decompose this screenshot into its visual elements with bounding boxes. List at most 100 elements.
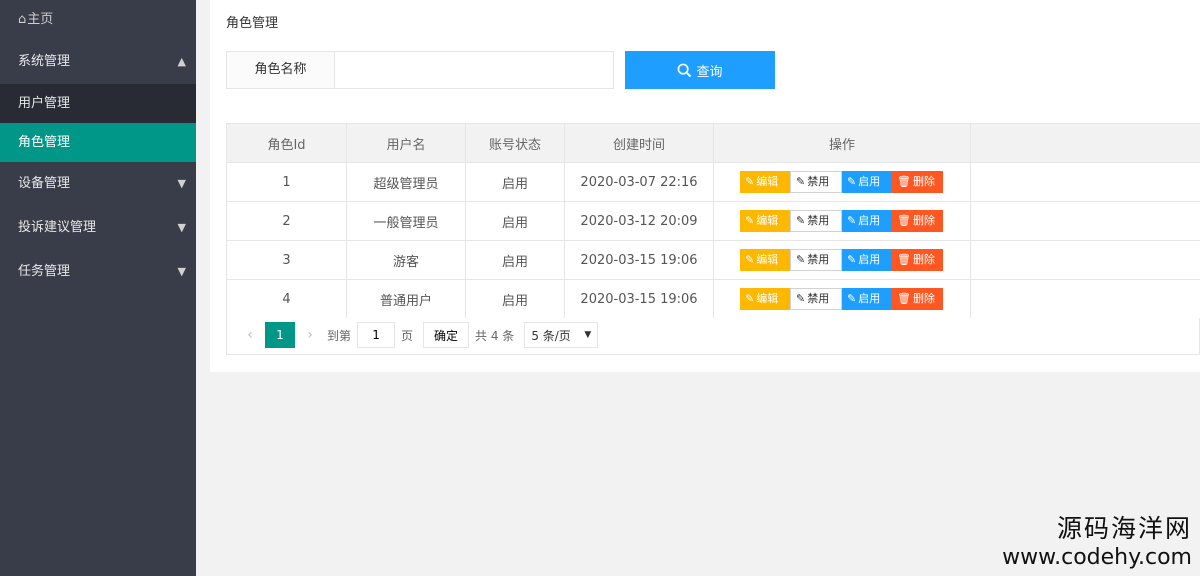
pencil-icon: ✎ [847, 253, 857, 266]
enable-button[interactable]: ✎ 启用 [842, 249, 892, 271]
nav-group-label: 投诉建议管理 [18, 220, 97, 235]
search-icon [678, 63, 692, 77]
watermark: 源码海洋网 www.codehy.com [1002, 514, 1192, 572]
enable-button[interactable]: ✎ 启用 [842, 210, 892, 232]
pencil-icon: ✎ [745, 253, 755, 266]
trash-icon: 🗑 [897, 175, 911, 188]
enable-button[interactable]: ✎ 启用 [842, 288, 892, 310]
sidebar-item-role-management[interactable]: 角色管理 [0, 123, 196, 162]
disable-button[interactable]: ✎ 禁用 [790, 288, 842, 310]
nav-group-task[interactable]: 任务管理 ▼ [0, 250, 196, 294]
goto-page-input[interactable] [357, 322, 396, 348]
cell-status: 启用 [465, 201, 565, 241]
cell-status: 启用 [465, 162, 565, 202]
confirm-button[interactable]: 确定 [423, 322, 470, 348]
table-filler [970, 240, 1200, 280]
cell-id: 3 [226, 240, 347, 280]
pencil-icon: ✎ [796, 175, 806, 188]
chevron-down-icon: ▼ [177, 177, 186, 190]
trash-icon: 🗑 [897, 292, 911, 305]
disable-label: 禁用 [807, 253, 830, 266]
delete-label: 删除 [912, 253, 935, 266]
cell-name: 超级管理员 [346, 162, 466, 202]
chevron-up-icon: ▲ [177, 55, 186, 68]
delete-button[interactable]: 🗑 删除 [892, 288, 943, 310]
table-row: 3 游客 启用 2020-03-15 19:06 ✎ 编辑 ✎ 禁用 ✎ 启用 🗑 删除 [226, 240, 1200, 280]
delete-button[interactable]: 🗑 删除 [892, 210, 943, 232]
edit-label: 编辑 [756, 214, 779, 227]
cell-created: 2020-03-12 20:09 [564, 201, 714, 241]
edit-label: 编辑 [756, 175, 779, 188]
page-size-value: 5 条/页 [531, 328, 571, 343]
current-page[interactable]: 1 [265, 322, 295, 348]
pencil-icon: ✎ [796, 214, 806, 227]
chevron-down-icon: ▼ [177, 265, 186, 278]
edit-button[interactable]: ✎ 编辑 [740, 249, 790, 271]
page-title: 角色管理 [226, 16, 279, 31]
disable-button[interactable]: ✎ 禁用 [790, 210, 842, 232]
column-header[interactable]: 角色Id [226, 123, 347, 163]
cell-id: 1 [226, 162, 347, 202]
enable-label: 启用 [858, 253, 881, 266]
nav-home-label: 主页 [27, 12, 54, 27]
query-button[interactable]: 查询 [625, 51, 775, 89]
delete-button[interactable]: 🗑 删除 [892, 249, 943, 271]
table-row: 2 一般管理员 启用 2020-03-12 20:09 ✎ 编辑 ✎ 禁用 ✎ 启用 … [226, 201, 1200, 241]
pagination-bar: ‹ 1 › 到第 页 确定 共 4 条 5 条/页 ▼ [226, 318, 1200, 355]
cell-name: 一般管理员 [346, 201, 466, 241]
cell-actions: ✎ 编辑 ✎ 禁用 ✎ 启用 🗑 删除 [713, 162, 971, 202]
sidebar-item-user-management[interactable]: 用户管理 [0, 84, 196, 123]
prev-page-icon[interactable]: ‹ [239, 327, 261, 343]
next-page-icon[interactable]: › [299, 327, 321, 343]
edit-button[interactable]: ✎ 编辑 [740, 288, 790, 310]
edit-label: 编辑 [756, 292, 779, 305]
dropdown-arrow-icon: ▼ [584, 330, 592, 340]
cell-created: 2020-03-15 19:06 [564, 240, 714, 280]
cell-actions: ✎ 编辑 ✎ 禁用 ✎ 启用 🗑 删除 [713, 279, 971, 319]
edit-button[interactable]: ✎ 编辑 [740, 171, 790, 193]
nav-group-device[interactable]: 设备管理 ▼ [0, 162, 196, 206]
table-filler [970, 162, 1200, 202]
role-table: 角色Id 用户名 账号状态 创建时间 操作 1 超级管理员 启用 2020-03… [226, 123, 1200, 319]
column-header: 操作 [713, 123, 971, 163]
enable-label: 启用 [858, 292, 881, 305]
role-name-input[interactable] [335, 52, 613, 88]
page-size-select[interactable]: 5 条/页 ▼ [524, 322, 599, 348]
nav-group-system[interactable]: 系统管理 ▲ [0, 40, 196, 84]
cell-status: 启用 [465, 279, 565, 319]
delete-button[interactable]: 🗑 删除 [892, 171, 943, 193]
table-row: 4 普通用户 启用 2020-03-15 19:06 ✎ 编辑 ✎ 禁用 ✎ 启用 🗑… [226, 279, 1200, 319]
enable-button[interactable]: ✎ 启用 [842, 171, 892, 193]
table-row: 1 超级管理员 启用 2020-03-07 22:16 ✎ 编辑 ✎ 禁用 ✎ 启用 … [226, 162, 1200, 202]
edit-label: 编辑 [756, 253, 779, 266]
cell-name: 游客 [346, 240, 466, 280]
chevron-down-icon: ▼ [177, 221, 186, 234]
enable-label: 启用 [858, 214, 881, 227]
column-header[interactable]: 账号状态 [465, 123, 565, 163]
disable-button[interactable]: ✎ 禁用 [790, 171, 842, 193]
cell-id: 2 [226, 201, 347, 241]
edit-button[interactable]: ✎ 编辑 [740, 210, 790, 232]
disable-button[interactable]: ✎ 禁用 [790, 249, 842, 271]
pencil-icon: ✎ [847, 214, 857, 227]
sidebar: ⌂主页 系统管理 ▲ 用户管理 角色管理 设备管理 ▼ 投诉建议管理 ▼ 任务管… [0, 0, 196, 576]
page-suffix: 页 [401, 328, 414, 343]
pencil-icon: ✎ [796, 292, 806, 305]
delete-label: 删除 [912, 214, 935, 227]
pencil-icon: ✎ [847, 175, 857, 188]
pencil-icon: ✎ [847, 292, 857, 305]
pencil-icon: ✎ [796, 253, 806, 266]
nav-group-label: 任务管理 [18, 264, 71, 279]
table-filler [970, 201, 1200, 241]
query-button-label: 查询 [696, 64, 723, 80]
trash-icon: 🗑 [897, 214, 911, 227]
goto-label: 到第 [327, 328, 352, 343]
cell-status: 启用 [465, 240, 565, 280]
nav-group-complaint[interactable]: 投诉建议管理 ▼ [0, 206, 196, 250]
cell-actions: ✎ 编辑 ✎ 禁用 ✎ 启用 🗑 删除 [713, 240, 971, 280]
column-header[interactable]: 用户名 [346, 123, 466, 163]
column-header[interactable]: 创建时间 [564, 123, 714, 163]
nav-item-home[interactable]: ⌂主页 [0, 0, 196, 40]
content-card: 角色管理 角色名称 查询 角色Id 用户名 账号状态 创建时间 操作 1 超级管… [210, 0, 1200, 372]
main-panel: 角色管理 角色名称 查询 角色Id 用户名 账号状态 创建时间 操作 1 超级管… [196, 0, 1200, 576]
